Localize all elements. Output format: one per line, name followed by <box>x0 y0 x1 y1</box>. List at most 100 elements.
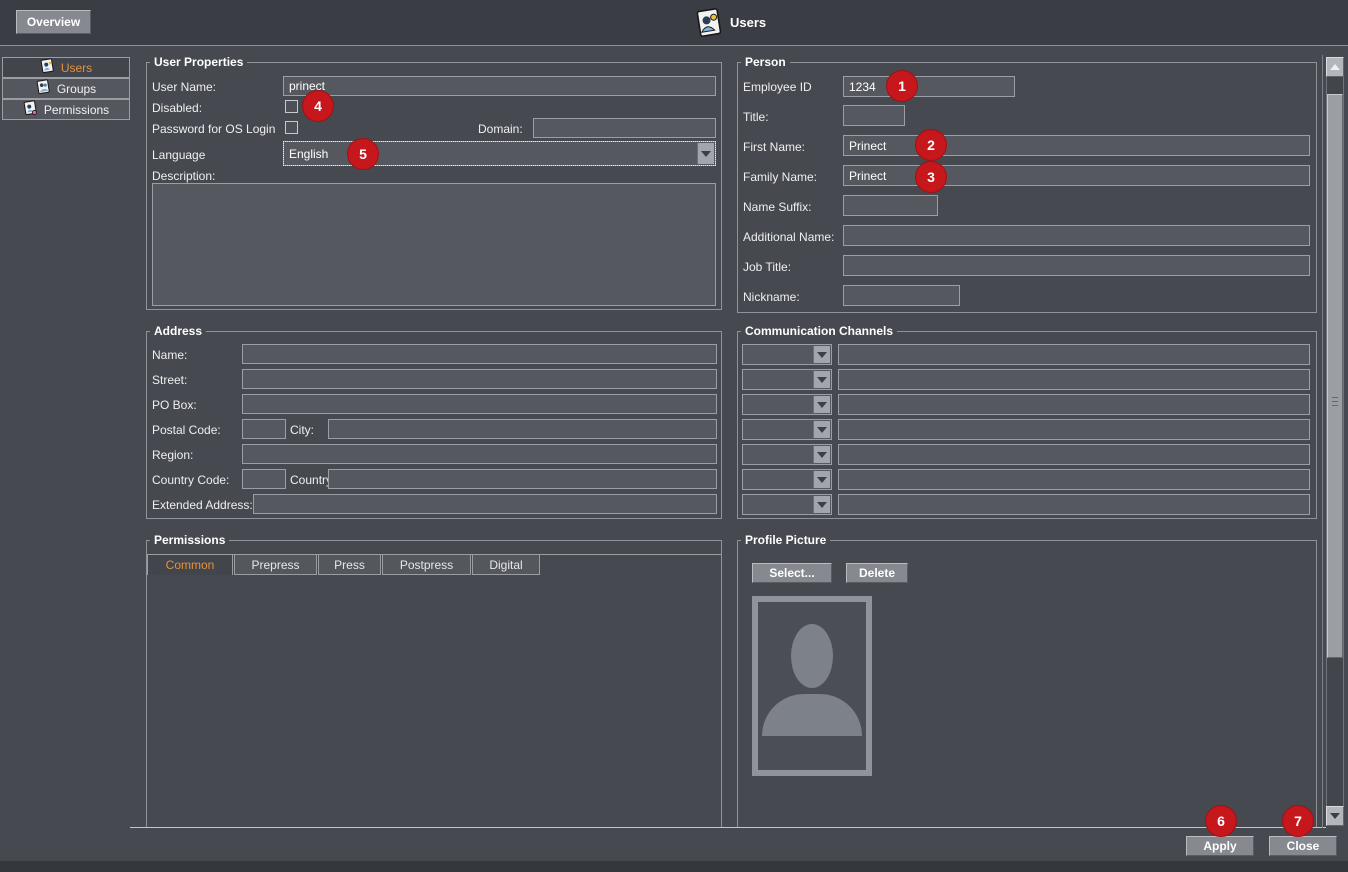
content-right-edge <box>1322 55 1323 828</box>
user-name-field[interactable]: prinect <box>283 76 716 96</box>
first-name-field[interactable]: Prinect <box>843 135 1310 156</box>
channel-value-field[interactable] <box>838 444 1310 465</box>
address-name-label: Name: <box>152 348 187 362</box>
scroll-up-button[interactable] <box>1326 57 1344 77</box>
additional-name-field[interactable] <box>843 225 1310 246</box>
country-code-label: Country Code: <box>152 473 229 487</box>
password-os-login-label: Password for OS Login <box>152 122 275 136</box>
city-label: City: <box>290 423 314 437</box>
chevron-down-icon[interactable] <box>813 496 830 513</box>
channel-type-dropdown[interactable] <box>742 494 832 515</box>
chevron-down-icon[interactable] <box>813 471 830 488</box>
extended-address-label: Extended Address: <box>152 498 253 512</box>
delete-picture-button[interactable]: Delete <box>846 563 908 583</box>
tab-prepress[interactable]: Prepress <box>234 554 317 575</box>
sidebar-item-label: Permissions <box>44 103 109 117</box>
channel-type-dropdown[interactable] <box>742 369 832 390</box>
employee-id-field[interactable]: 1234 <box>843 76 1015 97</box>
postal-code-field[interactable] <box>242 419 286 439</box>
avatar-head <box>791 624 833 688</box>
description-textarea[interactable] <box>152 183 716 306</box>
tab-common[interactable]: Common <box>147 554 233 575</box>
channel-value-field[interactable] <box>838 394 1310 415</box>
family-name-label: Family Name: <box>743 170 817 184</box>
name-suffix-label: Name Suffix: <box>743 200 811 214</box>
channel-value-field[interactable] <box>838 344 1310 365</box>
group-title: Person <box>741 55 790 70</box>
chevron-down-icon[interactable] <box>697 143 714 164</box>
country-code-field[interactable] <box>242 469 286 489</box>
chevron-down-icon[interactable] <box>813 346 830 363</box>
job-title-field[interactable] <box>843 255 1310 276</box>
overview-button[interactable]: Overview <box>16 10 91 34</box>
channel-type-dropdown[interactable] <box>742 469 832 490</box>
employee-id-label: Employee ID <box>743 80 812 94</box>
sidebar-item-users[interactable]: Users <box>2 57 130 78</box>
first-name-label: First Name: <box>743 140 805 154</box>
chevron-down-icon[interactable] <box>813 371 830 388</box>
close-button[interactable]: Close <box>1269 836 1337 856</box>
street-label: Street: <box>152 373 187 387</box>
nickname-label: Nickname: <box>743 290 800 304</box>
annotation-badge-1: 1 <box>886 70 918 102</box>
bottom-separator <box>130 827 1326 828</box>
channel-value-field[interactable] <box>838 369 1310 390</box>
language-label: Language <box>152 148 205 162</box>
chevron-down-icon[interactable] <box>813 396 830 413</box>
apply-button[interactable]: Apply <box>1186 836 1254 856</box>
disabled-label: Disabled: <box>152 101 202 115</box>
channel-type-dropdown[interactable] <box>742 394 832 415</box>
chevron-down-icon[interactable] <box>813 421 830 438</box>
channel-type-dropdown[interactable] <box>742 444 832 465</box>
street-field[interactable] <box>242 369 717 389</box>
channel-type-dropdown[interactable] <box>742 344 832 365</box>
annotation-badge-6: 6 <box>1205 805 1237 837</box>
annotation-badge-3: 3 <box>915 161 947 193</box>
select-picture-button[interactable]: Select... <box>752 563 832 583</box>
title-field[interactable] <box>843 105 905 126</box>
country-field[interactable] <box>328 469 717 489</box>
channel-value-field[interactable] <box>838 469 1310 490</box>
avatar-shoulders <box>762 694 862 736</box>
group-card-icon <box>36 79 51 98</box>
channel-value-field[interactable] <box>838 494 1310 515</box>
group-title: Profile Picture <box>741 533 830 548</box>
sidebar-item-label: Users <box>61 61 92 75</box>
name-suffix-field[interactable] <box>843 195 938 216</box>
thumb-grip-line <box>1332 397 1338 398</box>
group-title: User Properties <box>150 55 247 70</box>
nickname-field[interactable] <box>843 285 960 306</box>
region-field[interactable] <box>242 444 717 464</box>
family-name-field[interactable]: Prinect <box>843 165 1310 186</box>
scrollbar-thumb[interactable] <box>1327 94 1343 658</box>
group-title: Communication Channels <box>741 324 897 339</box>
tab-press[interactable]: Press <box>318 554 381 575</box>
user-card-icon <box>40 58 55 77</box>
title-label: Title: <box>743 110 769 124</box>
domain-label: Domain: <box>478 122 523 136</box>
thumb-grip-line <box>1332 401 1338 402</box>
disabled-checkbox[interactable] <box>285 100 298 113</box>
channel-type-dropdown[interactable] <box>742 419 832 440</box>
group-title: Address <box>150 324 206 339</box>
scroll-down-button[interactable] <box>1326 806 1344 826</box>
user-name-label: User Name: <box>152 80 216 94</box>
tab-digital[interactable]: Digital <box>472 554 540 575</box>
extended-address-field[interactable] <box>253 494 717 514</box>
annotation-badge-2: 2 <box>915 129 947 161</box>
address-name-field[interactable] <box>242 344 717 364</box>
annotation-badge-5: 5 <box>347 138 379 170</box>
permission-card-icon <box>23 100 38 119</box>
tab-postpress[interactable]: Postpress <box>382 554 471 575</box>
sidebar-item-groups[interactable]: Groups <box>2 78 130 99</box>
chevron-down-icon[interactable] <box>813 446 830 463</box>
domain-field[interactable] <box>533 118 716 138</box>
language-value: English <box>289 147 328 161</box>
password-os-login-checkbox[interactable] <box>285 121 298 134</box>
city-field[interactable] <box>328 419 717 439</box>
po-box-field[interactable] <box>242 394 717 414</box>
annotation-badge-7: 7 <box>1282 805 1314 837</box>
channel-value-field[interactable] <box>838 419 1310 440</box>
sidebar-item-permissions[interactable]: Permissions <box>2 99 130 120</box>
users-icon <box>694 7 724 43</box>
